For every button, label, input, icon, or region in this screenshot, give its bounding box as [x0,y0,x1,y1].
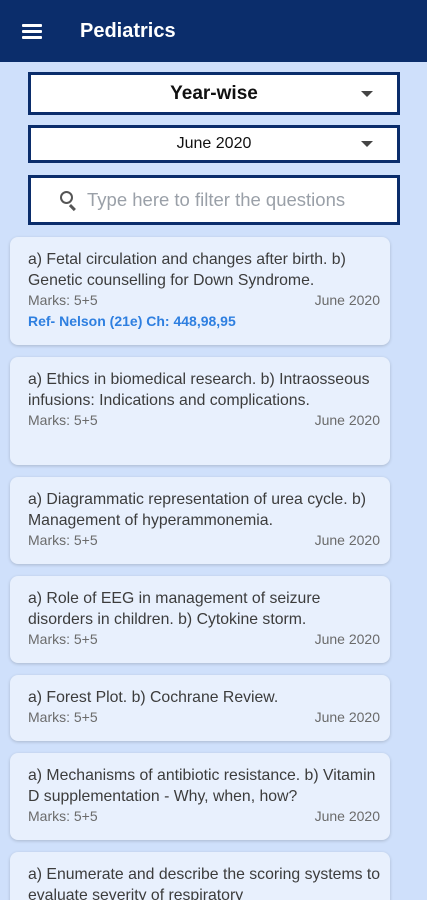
question-card[interactable]: a) Role of EEG in management of seizure … [10,576,390,663]
page-title: Pediatrics [80,19,176,42]
question-card[interactable]: a) Enumerate and describe the scoring sy… [10,852,390,900]
question-text: a) Ethics in biomedical research. b) Int… [28,371,370,409]
question-text: a) Fetal circulation and changes after b… [28,251,346,289]
question-text: a) Forest Plot. b) Cochrane Review. [28,689,279,706]
question-date: June 2020 [314,631,380,647]
question-card[interactable]: a) Mechanisms of antibiotic resistance. … [10,753,390,840]
search-icon [31,178,87,222]
question-marks: Marks: 5+5 [28,412,98,428]
question-date: June 2020 [314,532,380,548]
app-bar: Pediatrics [0,0,427,62]
question-card[interactable]: a) Fetal circulation and changes after b… [10,237,390,345]
question-text: a) Role of EEG in management of seizure … [28,590,321,628]
question-marks: Marks: 5+5 [28,631,98,647]
month-label: June 2020 [176,135,252,152]
question-card[interactable]: a) Ethics in biomedical research. b) Int… [10,357,390,465]
question-list-screen: Year-wise June 2020 a) Fetal circulation… [0,62,427,900]
question-marks: Marks: 5+5 [28,709,98,725]
month-dropdown[interactable]: June 2020 [28,125,400,163]
question-card[interactable]: a) Forest Plot. b) Cochrane Review. Mark… [10,675,390,741]
question-date: June 2020 [314,709,380,725]
search-input[interactable] [87,180,397,220]
chevron-down-icon [361,90,373,97]
question-marks: Marks: 5+5 [28,808,98,824]
question-text: a) Diagrammatic representation of urea c… [28,491,367,529]
menu-icon[interactable] [0,0,64,62]
question-text: a) Mechanisms of antibiotic resistance. … [28,767,376,805]
reference-link[interactable]: Ref- Nelson (21e) Ch: 448,98,95 [28,313,390,329]
question-marks: Marks: 5+5 [28,292,98,308]
question-date: June 2020 [314,292,380,308]
question-marks: Marks: 5+5 [28,532,98,548]
question-text: a) Enumerate and describe the scoring sy… [28,866,381,900]
year-wise-label: Year-wise [170,82,258,104]
question-date: June 2020 [314,808,380,824]
search-field[interactable] [28,175,400,225]
chevron-down-icon [361,141,373,147]
year-wise-dropdown[interactable]: Year-wise [28,72,400,115]
question-date: June 2020 [314,412,380,428]
question-card[interactable]: a) Diagrammatic representation of urea c… [10,477,390,564]
